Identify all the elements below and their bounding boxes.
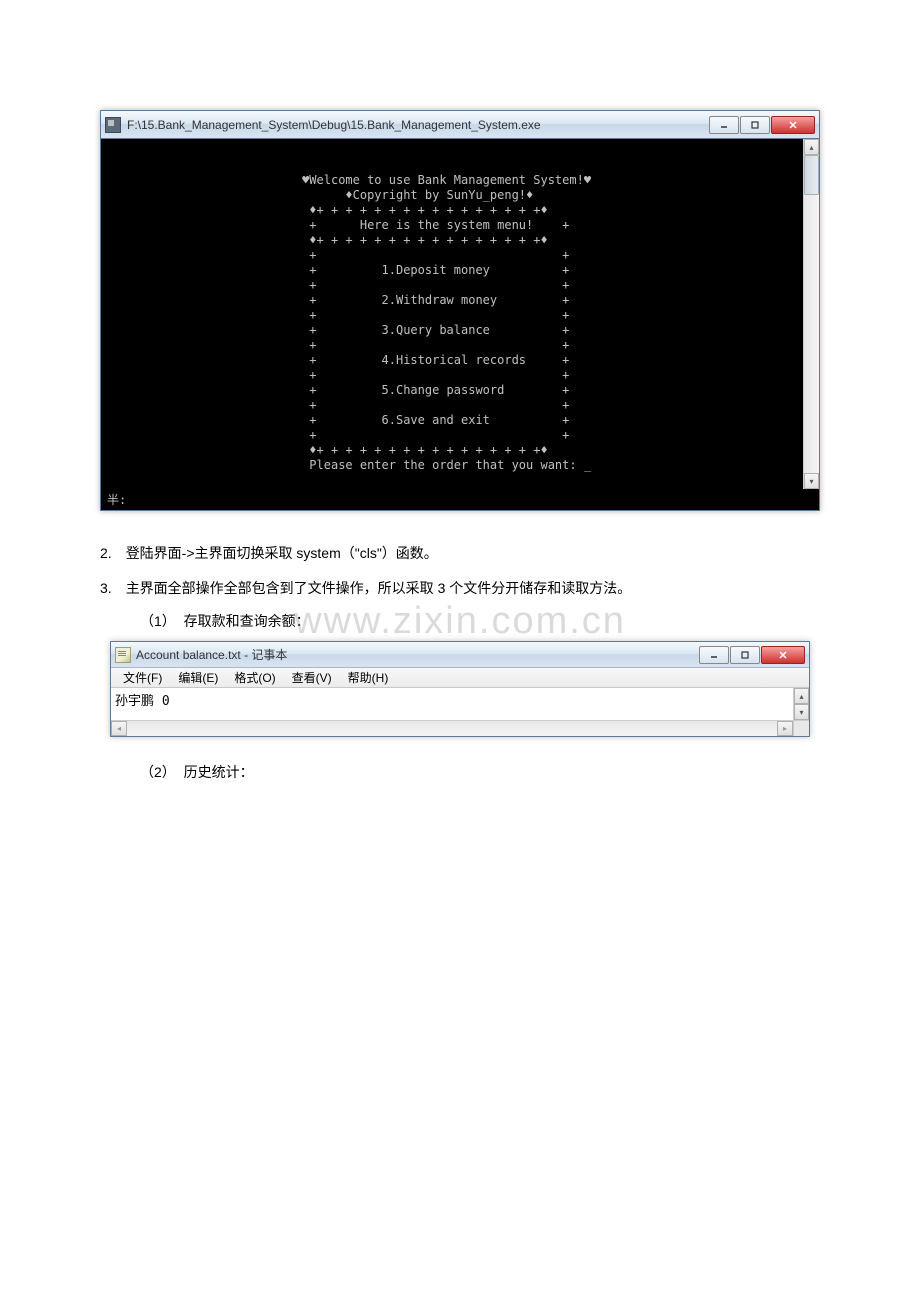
maximize-button[interactable] [730, 646, 760, 664]
scroll-thumb[interactable] [804, 155, 819, 195]
doc-line-text: 登陆界面->主界面切换采取 system（"cls"）函数。 [126, 545, 438, 561]
notepad-content[interactable]: 孙宇鹏 0 [111, 688, 793, 720]
doc-line-number: 3. [100, 580, 112, 596]
console-window: F:\15.Bank_Management_System\Debug\15.Ba… [100, 110, 820, 511]
notepad-app-icon [115, 647, 131, 663]
close-icon [778, 650, 788, 660]
maximize-icon [750, 120, 760, 130]
notepad-body: 孙宇鹏 0 ▴ ▾ [111, 688, 809, 720]
console-titlebar: F:\15.Bank_Management_System\Debug\15.Ba… [101, 111, 819, 139]
notepad-menubar: 文件(F) 编辑(E) 格式(O) 查看(V) 帮助(H) [111, 668, 809, 688]
doc-subline-number: （1） [140, 613, 176, 629]
menu-file[interactable]: 文件(F) [115, 668, 170, 687]
console-statusbar: 半: [101, 489, 819, 510]
doc-subline-1: （1） 存取款和查询余额： [140, 611, 820, 631]
maximize-icon [740, 650, 750, 660]
doc-subline-number: （2） [140, 764, 176, 780]
scroll-left-arrow-icon[interactable]: ◂ [111, 721, 127, 736]
doc-subline-text: 历史统计： [184, 764, 254, 780]
console-scrollbar[interactable]: ▴ ▾ [803, 139, 819, 489]
menu-edit[interactable]: 编辑(E) [170, 668, 226, 687]
notepad-horizontal-scrollbar[interactable]: ◂ ▸ [111, 720, 809, 736]
window-buttons [708, 116, 815, 134]
doc-line-3: 3. 主界面全部操作全部包含到了文件操作，所以采取 3 个文件分开储存和读取方法。 [100, 576, 820, 601]
scroll-track[interactable] [804, 195, 819, 473]
maximize-button[interactable] [740, 116, 770, 134]
minimize-icon [719, 120, 729, 130]
close-button[interactable] [761, 646, 805, 664]
console-title: F:\15.Bank_Management_System\Debug\15.Ba… [127, 118, 708, 132]
doc-subline-text: 存取款和查询余额： [184, 613, 310, 629]
notepad-title: Account balance.txt - 记事本 [136, 646, 698, 663]
console-app-icon [105, 117, 121, 133]
window-buttons [698, 646, 805, 664]
scroll-up-arrow-icon[interactable]: ▴ [794, 688, 809, 704]
doc-line-2: 2. 登陆界面->主界面切换采取 system（"cls"）函数。 [100, 541, 820, 566]
doc-line-number: 2. [100, 545, 112, 561]
minimize-icon [709, 650, 719, 660]
scroll-up-arrow-icon[interactable]: ▴ [804, 139, 819, 155]
menu-help[interactable]: 帮助(H) [340, 668, 397, 687]
console-content[interactable]: ♥Welcome to use Bank Management System!♥… [101, 139, 803, 489]
console-body: ♥Welcome to use Bank Management System!♥… [101, 139, 819, 489]
scroll-down-arrow-icon[interactable]: ▾ [794, 704, 809, 720]
scroll-track[interactable] [127, 721, 777, 736]
notepad-titlebar: Account balance.txt - 记事本 [111, 642, 809, 668]
scroll-right-arrow-icon[interactable]: ▸ [777, 721, 793, 736]
scroll-corner [793, 721, 809, 736]
doc-subline-2: （2） 历史统计： [140, 762, 820, 782]
menu-format[interactable]: 格式(O) [226, 668, 283, 687]
menu-view[interactable]: 查看(V) [284, 668, 340, 687]
minimize-button[interactable] [709, 116, 739, 134]
minimize-button[interactable] [699, 646, 729, 664]
close-button[interactable] [771, 116, 815, 134]
notepad-window: Account balance.txt - 记事本 文件(F) 编辑(E) 格式… [110, 641, 810, 737]
notepad-vertical-scrollbar[interactable]: ▴ ▾ [793, 688, 809, 720]
doc-line-text: 主界面全部操作全部包含到了文件操作，所以采取 3 个文件分开储存和读取方法。 [126, 580, 632, 596]
scroll-down-arrow-icon[interactable]: ▾ [804, 473, 819, 489]
close-icon [788, 120, 798, 130]
